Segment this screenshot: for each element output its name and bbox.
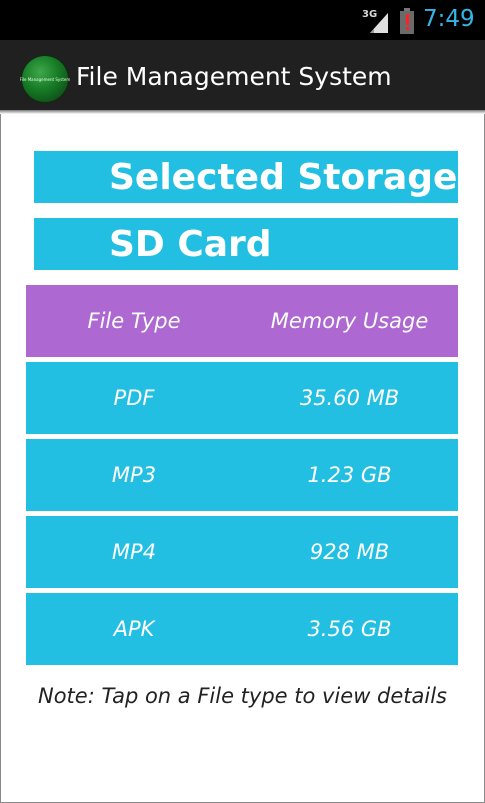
signal-icon (370, 13, 388, 33)
status-bar: 3G 7:49 (0, 0, 485, 40)
app-logo-text: File Management System (19, 76, 71, 82)
selected-storage-heading: Selected Storage (34, 151, 458, 203)
column-header-memory-usage: Memory Usage (270, 309, 429, 333)
table-row[interactable]: APK 3.56 GB (26, 593, 458, 665)
memory-usage-cell: 35.60 MB (299, 386, 400, 410)
action-bar-shadow (0, 110, 485, 114)
column-header-file-type: File Type (87, 309, 181, 333)
table-row[interactable]: MP4 928 MB (26, 516, 458, 588)
app-logo-icon[interactable]: File Management System (19, 56, 71, 102)
file-type-cell: PDF (113, 386, 155, 410)
table-header-row: File Type Memory Usage (26, 285, 458, 357)
file-type-cell: MP3 (111, 463, 157, 487)
app-title: File Management System (76, 62, 392, 91)
table-row[interactable]: MP3 1.23 GB (26, 439, 458, 511)
clock: 7:49 (423, 6, 475, 32)
battery-alert-icon (400, 8, 414, 34)
file-type-cell: APK (113, 617, 155, 641)
memory-usage-cell: 1.23 GB (307, 463, 392, 487)
memory-usage-cell: 3.56 GB (307, 617, 392, 641)
action-bar: File Management System File Management S… (0, 40, 485, 110)
memory-usage-cell: 928 MB (309, 540, 390, 564)
help-note: Note: Tap on a File type to view details (37, 684, 448, 708)
table-row[interactable]: PDF 35.60 MB (26, 362, 458, 434)
storage-name-label: SD Card (34, 218, 458, 270)
file-type-cell: MP4 (111, 540, 157, 564)
